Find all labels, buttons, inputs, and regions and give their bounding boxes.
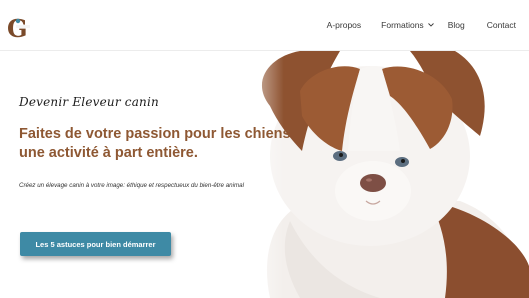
nav-item-formations[interactable]: Formations	[379, 16, 436, 34]
hero-headline-line1: Faites de votre passion pour les chiens	[19, 126, 291, 142]
hero-script-title: Devenir Eleveur canin	[19, 95, 159, 109]
hero-section: Devenir Eleveur canin Faites de votre pa…	[0, 51, 529, 298]
nav-item-label: Formations	[381, 20, 424, 30]
site-header: G A-propos Formations Blog Contact	[0, 0, 529, 51]
nav-item-label: Blog	[447, 20, 465, 30]
hero-headline-line2: une activité à part entière.	[19, 145, 198, 161]
hero-subline: Créez un élevage canin à votre image: ét…	[19, 182, 244, 189]
nav-item-apropos[interactable]: A-propos	[325, 16, 364, 34]
site-logo[interactable]: G	[6, 14, 36, 43]
nav-item-label: Contact	[486, 20, 516, 30]
cta-button[interactable]: Les 5 astuces pour bien démarrer	[20, 232, 171, 256]
chevron-down-icon	[427, 23, 434, 27]
puppy-image	[230, 51, 529, 298]
hero-headline: Faites de votre passion pour les chiens …	[19, 125, 319, 163]
nav-item-blog[interactable]: Blog	[446, 16, 467, 34]
nav-item-label: A-propos	[326, 20, 362, 30]
nav-item-contact[interactable]: Contact	[485, 16, 518, 34]
main-nav: A-propos Formations Blog Contact	[325, 0, 529, 50]
